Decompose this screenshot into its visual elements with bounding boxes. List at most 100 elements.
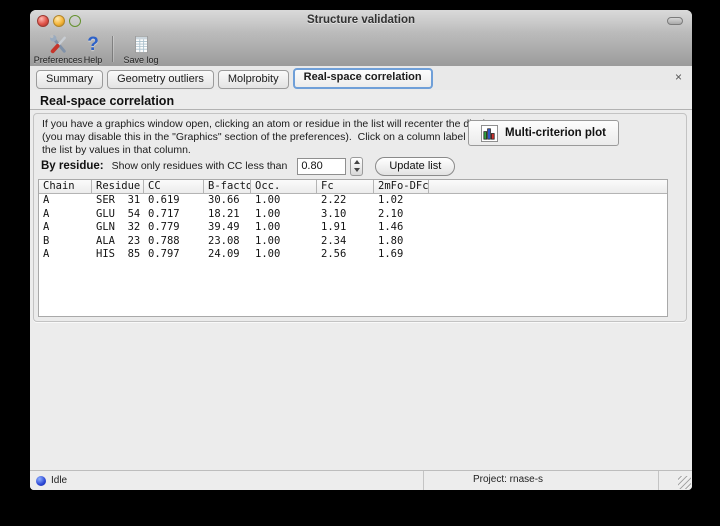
cell-filler <box>429 208 667 222</box>
cell-residue[interactable]: ALA 23 <box>92 235 144 249</box>
table-row[interactable]: B ALA 23 0.788 23.08 1.00 2.34 1.80 <box>39 235 667 249</box>
cell-2mfo-dfc[interactable]: 1.69 <box>374 248 429 262</box>
table-row[interactable]: A GLN 32 0.779 39.49 1.00 1.91 1.46 <box>39 221 667 235</box>
cc-threshold-input[interactable] <box>297 157 347 175</box>
tab-bar: Summary Geometry outliers Molprobity Rea… <box>30 66 692 90</box>
cell-residue[interactable]: HIS 85 <box>92 248 144 262</box>
help-icon: ? <box>87 33 99 55</box>
cell-filler <box>429 248 667 262</box>
cell-b-factor[interactable]: 18.21 <box>204 208 251 222</box>
cell-cc[interactable]: 0.779 <box>144 221 204 235</box>
table-row[interactable]: A GLU 54 0.717 18.21 1.00 3.10 2.10 <box>39 208 667 222</box>
toolbar-toggle-button[interactable] <box>667 17 683 25</box>
column-header-fc[interactable]: Fc <box>317 180 374 194</box>
cell-fc[interactable]: 2.34 <box>317 235 374 249</box>
stepper-up-icon[interactable] <box>351 158 362 167</box>
toolbar: Preferences ? Help Save log <box>30 32 692 67</box>
resize-grip-icon[interactable] <box>678 476 691 489</box>
project-label: Project: rnase-s <box>473 474 544 485</box>
cell-residue[interactable]: GLN 32 <box>92 221 144 235</box>
cell-residue[interactable]: SER 31 <box>92 194 144 208</box>
window-title: Structure validation <box>307 14 415 26</box>
cc-threshold-stepper[interactable] <box>350 156 364 176</box>
page-title: Real-space correlation <box>40 94 175 108</box>
cell-fc[interactable]: 2.56 <box>317 248 374 262</box>
residue-table: Chain Residue CC B-factor Occ. Fc 2mFo-D… <box>38 179 668 317</box>
stepper-down-icon[interactable] <box>351 166 362 175</box>
column-header-2mfo-dfc[interactable]: 2mFo-DFc <box>374 180 429 194</box>
cell-occ[interactable]: 1.00 <box>251 235 317 249</box>
by-residue-label: By residue: <box>41 160 104 172</box>
statusbar-separator <box>658 471 659 490</box>
cell-fc[interactable]: 3.10 <box>317 208 374 222</box>
cell-chain[interactable]: A <box>39 208 92 222</box>
status-text: Idle <box>51 475 68 486</box>
cell-chain[interactable]: A <box>39 248 92 262</box>
cell-chain[interactable]: A <box>39 221 92 235</box>
tab-molprobity[interactable]: Molprobity <box>217 70 289 89</box>
filter-description: Show only residues with CC less than <box>111 160 288 172</box>
multi-criterion-plot-label: Multi-criterion plot <box>505 127 606 139</box>
cell-chain[interactable]: A <box>39 194 92 208</box>
column-header-chain[interactable]: Chain <box>39 180 92 194</box>
cell-occ[interactable]: 1.00 <box>251 208 317 222</box>
tab-real-space-correlation[interactable]: Real-space correlation <box>292 68 433 89</box>
titlebar: Structure validation <box>30 10 692 32</box>
cell-2mfo-dfc[interactable]: 1.80 <box>374 235 429 249</box>
help-label: Help <box>83 55 103 65</box>
cell-filler <box>429 194 667 208</box>
real-space-correlation-groupbox: If you have a graphics window open, clic… <box>33 113 687 322</box>
instructions-line: (you may disable this in the "Graphics" … <box>42 131 511 143</box>
column-header-occ[interactable]: Occ. <box>251 180 317 194</box>
cell-occ[interactable]: 1.00 <box>251 248 317 262</box>
column-header-b-factor[interactable]: B-factor <box>204 180 251 194</box>
cell-b-factor[interactable]: 24.09 <box>204 248 251 262</box>
cell-2mfo-dfc[interactable]: 1.02 <box>374 194 429 208</box>
zoom-window-button[interactable] <box>69 15 81 27</box>
filter-row: By residue: Show only residues with CC l… <box>41 156 456 176</box>
help-button[interactable]: ? Help <box>76 33 110 66</box>
table-body: A SER 31 0.619 30.66 1.00 2.22 1.02 A GL… <box>39 194 667 262</box>
cell-b-factor[interactable]: 30.66 <box>204 194 251 208</box>
cell-filler <box>429 221 667 235</box>
cell-cc[interactable]: 0.619 <box>144 194 204 208</box>
cell-cc[interactable]: 0.788 <box>144 235 204 249</box>
status-indicator-icon <box>36 475 46 486</box>
window-controls <box>37 15 81 27</box>
close-tab-icon[interactable]: × <box>675 71 682 83</box>
column-header-residue[interactable]: Residue <box>92 180 144 194</box>
crossed-tools-icon <box>48 34 69 54</box>
tab-geometry-outliers[interactable]: Geometry outliers <box>107 70 214 89</box>
table-header: Chain Residue CC B-factor Occ. Fc 2mFo-D… <box>39 180 667 194</box>
minimize-window-button[interactable] <box>53 15 65 27</box>
heading-divider <box>30 109 692 110</box>
cell-occ[interactable]: 1.00 <box>251 221 317 235</box>
cell-occ[interactable]: 1.00 <box>251 194 317 208</box>
cell-b-factor[interactable]: 23.08 <box>204 235 251 249</box>
cell-fc[interactable]: 2.22 <box>317 194 374 208</box>
multi-criterion-plot-button[interactable]: Multi-criterion plot <box>468 120 619 146</box>
toolbar-separator <box>112 36 113 62</box>
statusbar-separator <box>423 471 424 490</box>
instructions-text: If you have a graphics window open, clic… <box>42 118 511 157</box>
save-log-button[interactable]: Save log <box>118 34 164 65</box>
cell-2mfo-dfc[interactable]: 2.10 <box>374 208 429 222</box>
cell-chain[interactable]: B <box>39 235 92 249</box>
cell-cc[interactable]: 0.717 <box>144 208 204 222</box>
cell-residue[interactable]: GLU 54 <box>92 208 144 222</box>
cell-cc[interactable]: 0.797 <box>144 248 204 262</box>
cell-2mfo-dfc[interactable]: 1.46 <box>374 221 429 235</box>
status-bar: Idle Project: rnase-s <box>30 470 692 490</box>
cell-fc[interactable]: 1.91 <box>317 221 374 235</box>
update-list-button[interactable]: Update list <box>375 156 456 176</box>
tab-summary[interactable]: Summary <box>36 70 104 89</box>
column-header-cc[interactable]: CC <box>144 180 204 194</box>
app-window: Structure validation Preferences ? Help <box>30 10 692 490</box>
table-row[interactable]: A HIS 85 0.797 24.09 1.00 2.56 1.69 <box>39 248 667 262</box>
cell-b-factor[interactable]: 39.49 <box>204 221 251 235</box>
close-window-button[interactable] <box>37 15 49 27</box>
column-header-filler <box>429 180 667 194</box>
save-log-icon <box>133 34 150 54</box>
table-row[interactable]: A SER 31 0.619 30.66 1.00 2.22 1.02 <box>39 194 667 208</box>
bar-chart-icon <box>481 124 499 142</box>
